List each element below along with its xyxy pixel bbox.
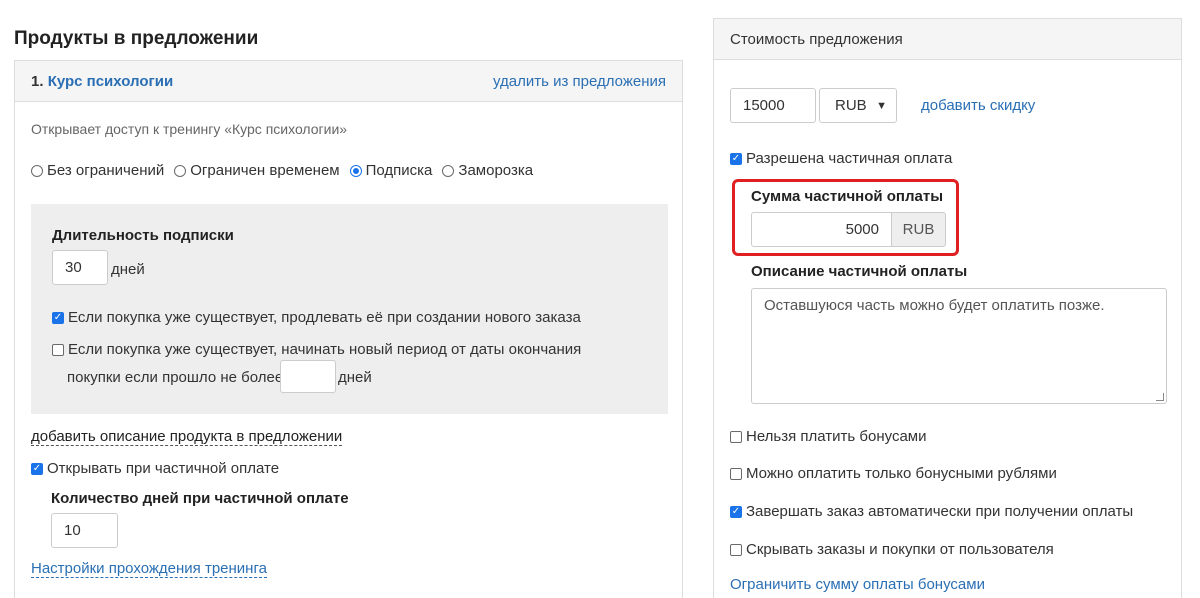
open-on-partial-payment-option[interactable]: Открывать при частичной оплате bbox=[31, 460, 279, 477]
radio-freeze[interactable]: Заморозка bbox=[442, 162, 533, 179]
only-bonus-payment-option[interactable]: Можно оплатить только бонусными рублями bbox=[730, 465, 1057, 482]
partial-payment-sum-group: 5000 RUB bbox=[751, 212, 946, 247]
new-period-option[interactable]: Если покупка уже существует, начинать но… bbox=[52, 341, 581, 358]
product-number: 1. bbox=[31, 72, 44, 90]
subscription-duration-input[interactable]: 30 bbox=[52, 250, 108, 285]
hide-orders-option[interactable]: Скрывать заказы и покупки от пользовател… bbox=[730, 541, 1054, 558]
new-period-days-input[interactable] bbox=[280, 360, 336, 393]
extend-purchase-label: Если покупка уже существует, продлевать … bbox=[68, 309, 581, 326]
open-on-partial-payment-checkbox[interactable] bbox=[31, 462, 43, 475]
radio-unlimited-circle[interactable] bbox=[31, 164, 43, 177]
currency-select[interactable]: RUB ▼ bbox=[819, 88, 897, 123]
auto-complete-order-checkbox[interactable] bbox=[730, 505, 742, 518]
partial-payment-days-input[interactable]: 10 bbox=[51, 513, 118, 548]
radio-unlimited[interactable]: Без ограничений bbox=[31, 162, 164, 179]
product-panel: 1. Курс психологии удалить из предложени… bbox=[14, 60, 683, 598]
add-discount-link[interactable]: добавить скидку bbox=[921, 97, 1035, 114]
only-bonus-payment-label: Можно оплатить только бонусными рублями bbox=[746, 465, 1057, 482]
new-period-label-continued: покупки если прошло не более bbox=[67, 369, 284, 386]
product-title: 1. Курс психологии bbox=[31, 73, 173, 90]
subscription-settings-box: Длительность подписки 30 дней Если покуп… bbox=[31, 204, 668, 414]
product-header: 1. Курс психологии удалить из предложени… bbox=[15, 61, 682, 102]
only-bonus-payment-checkbox[interactable] bbox=[730, 467, 742, 480]
no-bonus-payment-label: Нельзя платить бонусами bbox=[746, 428, 927, 445]
remove-from-offer-link[interactable]: удалить из предложения bbox=[493, 73, 666, 90]
radio-subscription[interactable]: Подписка bbox=[349, 162, 433, 179]
price-input[interactable]: 15000 bbox=[730, 88, 816, 123]
training-settings-link[interactable]: Настройки прохождения тренинга bbox=[31, 560, 267, 578]
new-period-label: Если покупка уже существует, начинать но… bbox=[68, 341, 582, 358]
partial-payment-sum-label: Сумма частичной оплаты bbox=[751, 188, 944, 205]
partial-payment-allowed-option[interactable]: Разрешена частичная оплата bbox=[730, 150, 952, 167]
resize-handle-icon[interactable] bbox=[1156, 393, 1164, 401]
no-bonus-payment-option[interactable]: Нельзя платить бонусами bbox=[730, 428, 926, 445]
chevron-down-icon: ▼ bbox=[876, 99, 887, 112]
new-period-days-word: дней bbox=[338, 369, 372, 386]
radio-freeze-circle[interactable] bbox=[442, 164, 455, 177]
hide-orders-checkbox[interactable] bbox=[730, 543, 742, 556]
no-bonus-payment-checkbox[interactable] bbox=[730, 430, 742, 443]
product-name-link[interactable]: Курс психологии bbox=[48, 73, 174, 90]
radio-time-limited-label: Ограничен временем bbox=[190, 162, 340, 179]
new-period-checkbox[interactable] bbox=[52, 343, 64, 356]
radio-subscription-label: Подписка bbox=[365, 162, 433, 179]
partial-payment-description-textarea[interactable]: Оставшуюся часть можно будет оплатить по… bbox=[751, 288, 1167, 404]
hide-orders-label: Скрывать заказы и покупки от пользовател… bbox=[746, 541, 1054, 558]
partial-payment-currency-addon: RUB bbox=[892, 212, 946, 247]
partial-payment-allowed-label: Разрешена частичная оплата bbox=[746, 150, 953, 167]
radio-unlimited-label: Без ограничений bbox=[47, 162, 165, 179]
partial-payment-days-label: Количество дней при частичной оплате bbox=[51, 490, 349, 507]
auto-complete-order-label: Завершать заказ автоматически при получе… bbox=[746, 503, 1134, 520]
offer-cost-panel: Стоимость предложения 15000 RUB ▼ добави… bbox=[713, 18, 1182, 598]
add-product-description-link[interactable]: добавить описание продукта в предложении bbox=[31, 428, 343, 446]
access-type-radio-group: Без ограничений Ограничен временем Подпи… bbox=[31, 162, 543, 179]
access-description: Открывает доступ к тренингу «Курс психол… bbox=[31, 121, 348, 137]
radio-time-limited[interactable]: Ограничен временем bbox=[174, 162, 340, 179]
limit-bonus-payment-link[interactable]: Ограничить сумму оплаты бонусами bbox=[730, 576, 985, 593]
page-title: Продукты в предложении bbox=[14, 28, 259, 49]
subscription-duration-label: Длительность подписки bbox=[52, 227, 234, 244]
offer-cost-header: Стоимость предложения bbox=[714, 19, 1181, 60]
partial-payment-sum-input[interactable]: 5000 bbox=[751, 212, 892, 247]
partial-payment-description-text: Оставшуюся часть можно будет оплатить по… bbox=[764, 297, 1105, 314]
extend-purchase-option[interactable]: Если покупка уже существует, продлевать … bbox=[52, 309, 581, 326]
duration-days-word: дней bbox=[111, 261, 145, 278]
auto-complete-order-option[interactable]: Завершать заказ автоматически при получе… bbox=[730, 503, 1133, 520]
radio-freeze-label: Заморозка bbox=[458, 162, 534, 179]
radio-time-limited-circle[interactable] bbox=[174, 164, 187, 177]
partial-payment-description-label: Описание частичной оплаты bbox=[751, 263, 968, 280]
radio-subscription-circle[interactable] bbox=[349, 164, 362, 177]
partial-payment-allowed-checkbox[interactable] bbox=[730, 152, 742, 165]
currency-select-value: RUB bbox=[835, 97, 867, 114]
open-on-partial-payment-label: Открывать при частичной оплате bbox=[47, 460, 280, 477]
extend-purchase-checkbox[interactable] bbox=[52, 311, 64, 324]
